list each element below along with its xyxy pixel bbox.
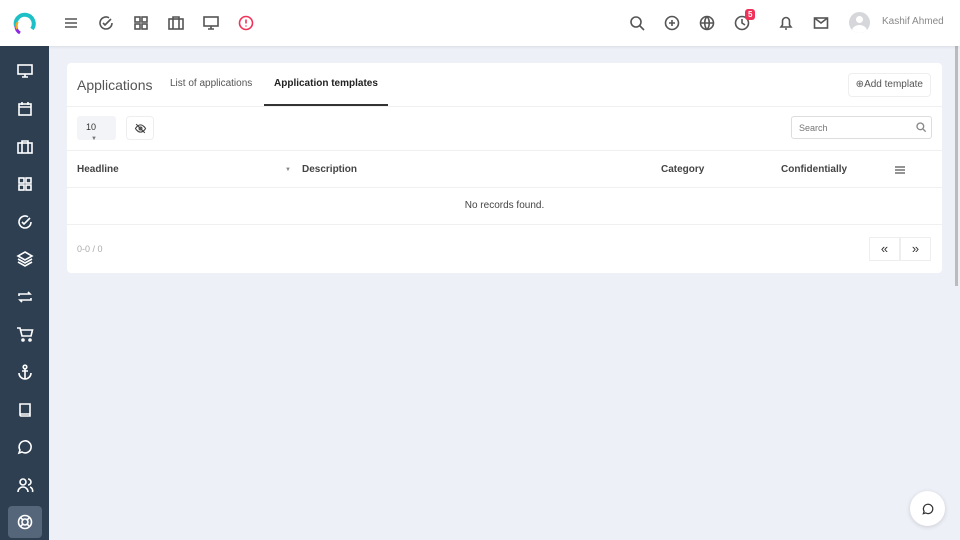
sidebar-item-briefcase[interactable] bbox=[8, 131, 42, 163]
sidebar-item-users[interactable] bbox=[8, 469, 42, 501]
toggle-columns-button[interactable] bbox=[126, 116, 154, 140]
sidebar-item-layers[interactable] bbox=[8, 243, 42, 275]
check-circle-icon[interactable] bbox=[97, 14, 115, 32]
sidebar-item-tasks[interactable] bbox=[8, 206, 42, 238]
globe-icon[interactable] bbox=[698, 14, 716, 32]
sidebar-item-anchor[interactable] bbox=[8, 356, 42, 388]
sidebar-item-calendar[interactable] bbox=[8, 93, 42, 125]
sidebar-item-dashboard[interactable] bbox=[8, 55, 42, 87]
clock-badge: 5 bbox=[745, 9, 756, 20]
scrollbar[interactable] bbox=[955, 46, 958, 286]
first-page-button[interactable]: « bbox=[869, 237, 900, 261]
layers-icon bbox=[16, 251, 34, 267]
sidebar-item-transfer[interactable] bbox=[8, 281, 42, 313]
avatar[interactable] bbox=[849, 12, 870, 33]
pagination-info: 0-0 / 0 bbox=[77, 244, 103, 254]
add-template-button[interactable]: ⊕Add template bbox=[847, 73, 931, 97]
column-header-headline[interactable]: Headline bbox=[77, 164, 119, 175]
calendar-icon bbox=[18, 102, 32, 116]
alert-circle-icon[interactable] bbox=[237, 14, 255, 32]
column-header-description[interactable]: Description bbox=[302, 164, 357, 175]
page-size-select[interactable]: 10 ▼ bbox=[77, 116, 116, 142]
chat-button[interactable] bbox=[910, 491, 945, 526]
cart-icon bbox=[17, 327, 34, 342]
message-icon bbox=[921, 503, 933, 515]
column-menu-icon[interactable] bbox=[894, 164, 906, 176]
caret-down-icon: ▼ bbox=[91, 136, 97, 142]
monitor-icon bbox=[17, 64, 33, 78]
bell-icon[interactable] bbox=[777, 14, 795, 32]
add-template-label: Add template bbox=[864, 79, 923, 90]
tab-application-templates[interactable]: Application templates bbox=[264, 78, 388, 106]
sidebar bbox=[0, 46, 49, 540]
grid-icon[interactable] bbox=[132, 14, 150, 32]
plus-circle-icon: ⊕ bbox=[855, 79, 865, 90]
page-title: Applications bbox=[77, 77, 153, 93]
menu-icon[interactable] bbox=[62, 14, 80, 32]
book-icon bbox=[19, 403, 31, 417]
search-input[interactable] bbox=[791, 116, 932, 139]
sidebar-item-cart[interactable] bbox=[8, 318, 42, 350]
search-icon[interactable] bbox=[628, 14, 646, 32]
sidebar-item-grid[interactable] bbox=[8, 168, 42, 200]
anchor-icon bbox=[18, 364, 32, 380]
lifebuoy-icon bbox=[17, 514, 33, 530]
briefcase-icon[interactable] bbox=[167, 14, 185, 32]
column-header-category[interactable]: Category bbox=[661, 164, 704, 175]
page-size-value: 10 bbox=[86, 122, 97, 132]
column-header-confidentially[interactable]: Confidentially bbox=[781, 164, 847, 175]
check-circle-icon bbox=[18, 215, 32, 229]
user-name[interactable]: Kashif Ahmed bbox=[882, 16, 944, 27]
users-icon bbox=[17, 478, 34, 493]
tab-list-of-applications[interactable]: List of applications bbox=[170, 78, 252, 101]
divider bbox=[67, 224, 942, 225]
sidebar-item-book[interactable] bbox=[8, 394, 42, 426]
last-page-button[interactable]: » bbox=[900, 237, 931, 261]
empty-message: No records found. bbox=[464, 200, 545, 211]
monitor-icon[interactable] bbox=[202, 14, 220, 32]
eye-off-icon bbox=[134, 123, 146, 133]
briefcase-icon bbox=[17, 140, 33, 154]
divider bbox=[67, 187, 942, 188]
app-logo[interactable] bbox=[12, 12, 36, 36]
message-icon bbox=[17, 440, 32, 455]
sort-caret-icon[interactable]: ▼ bbox=[285, 167, 291, 173]
sidebar-item-chat[interactable] bbox=[8, 431, 42, 463]
repeat-icon bbox=[18, 291, 32, 303]
plus-circle-icon[interactable] bbox=[663, 14, 681, 32]
top-bar: 5 Kashif Ahmed bbox=[0, 0, 960, 46]
search-icon[interactable] bbox=[915, 121, 927, 133]
divider bbox=[67, 106, 942, 107]
mail-icon[interactable] bbox=[812, 14, 830, 32]
applications-card: Applications List of applications Applic… bbox=[67, 63, 942, 273]
divider bbox=[67, 150, 942, 151]
sidebar-item-support[interactable] bbox=[8, 506, 42, 538]
grid-icon bbox=[18, 177, 32, 191]
